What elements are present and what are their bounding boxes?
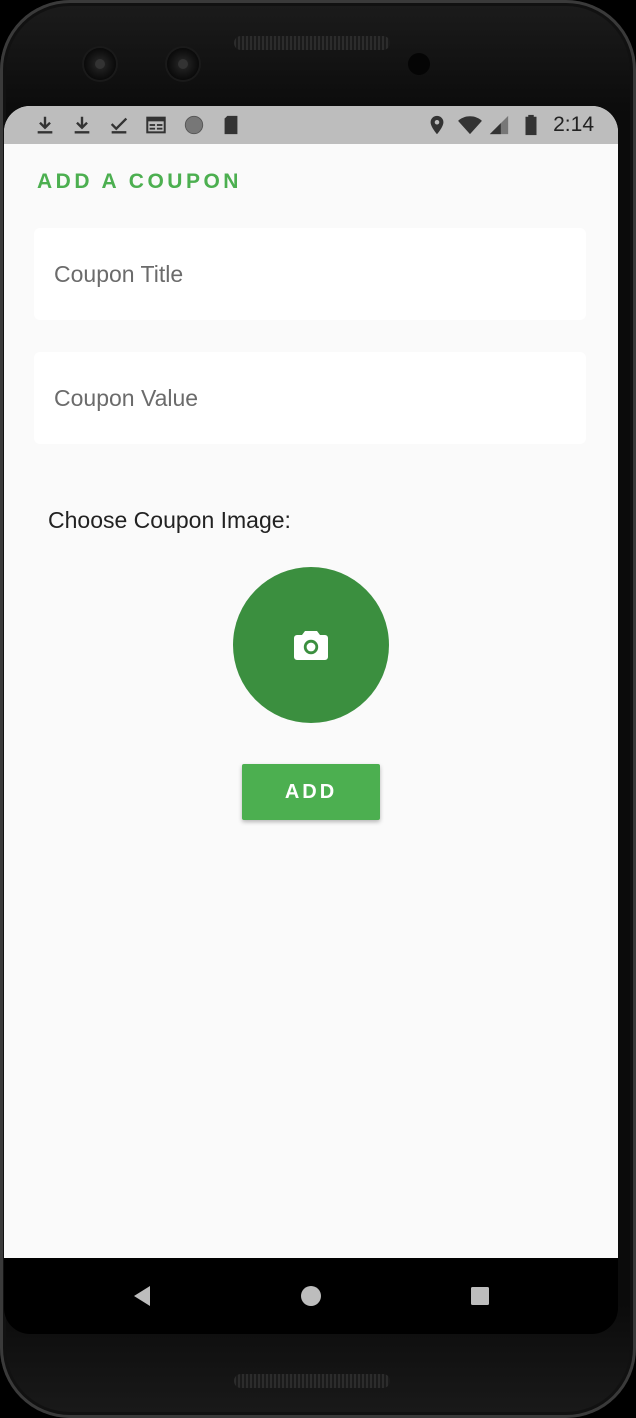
front-camera-lens [84,48,116,80]
check-download-icon [110,117,128,134]
phone-frame: 2:14 ADD A COUPON Choose Coupon Image: A… [0,0,636,1418]
choose-image-button[interactable] [233,567,389,723]
circle-icon [184,115,204,135]
navigation-bar [4,1258,618,1334]
download-icon [74,116,90,134]
signal-icon [489,115,509,135]
download-icon [37,116,53,134]
camera-icon [294,631,328,660]
status-time: 2:14 [553,113,594,136]
coupon-title-field[interactable] [34,228,586,320]
bottom-speaker [234,1374,390,1388]
app-screen: 2:14 ADD A COUPON Choose Coupon Image: A… [4,106,618,1258]
earpiece-speaker [234,36,390,50]
coupon-value-field[interactable] [34,352,586,444]
location-icon [430,115,444,135]
back-icon[interactable] [126,1280,158,1312]
battery-icon [525,114,537,136]
coupon-value-input[interactable] [34,352,586,444]
sd-card-icon [224,115,238,135]
calendar-icon [146,116,166,134]
choose-image-label: Choose Coupon Image: [48,507,291,533]
home-icon[interactable] [295,1280,327,1312]
coupon-title-input[interactable] [34,228,586,320]
add-coupon-button[interactable]: ADD [242,764,380,820]
wifi-icon [458,116,482,135]
page-title: ADD A COUPON [37,170,242,193]
recents-icon[interactable] [464,1280,496,1312]
front-camera-lens-secondary [167,48,199,80]
status-bar: 2:14 [4,106,618,144]
proximity-sensor [408,53,430,75]
